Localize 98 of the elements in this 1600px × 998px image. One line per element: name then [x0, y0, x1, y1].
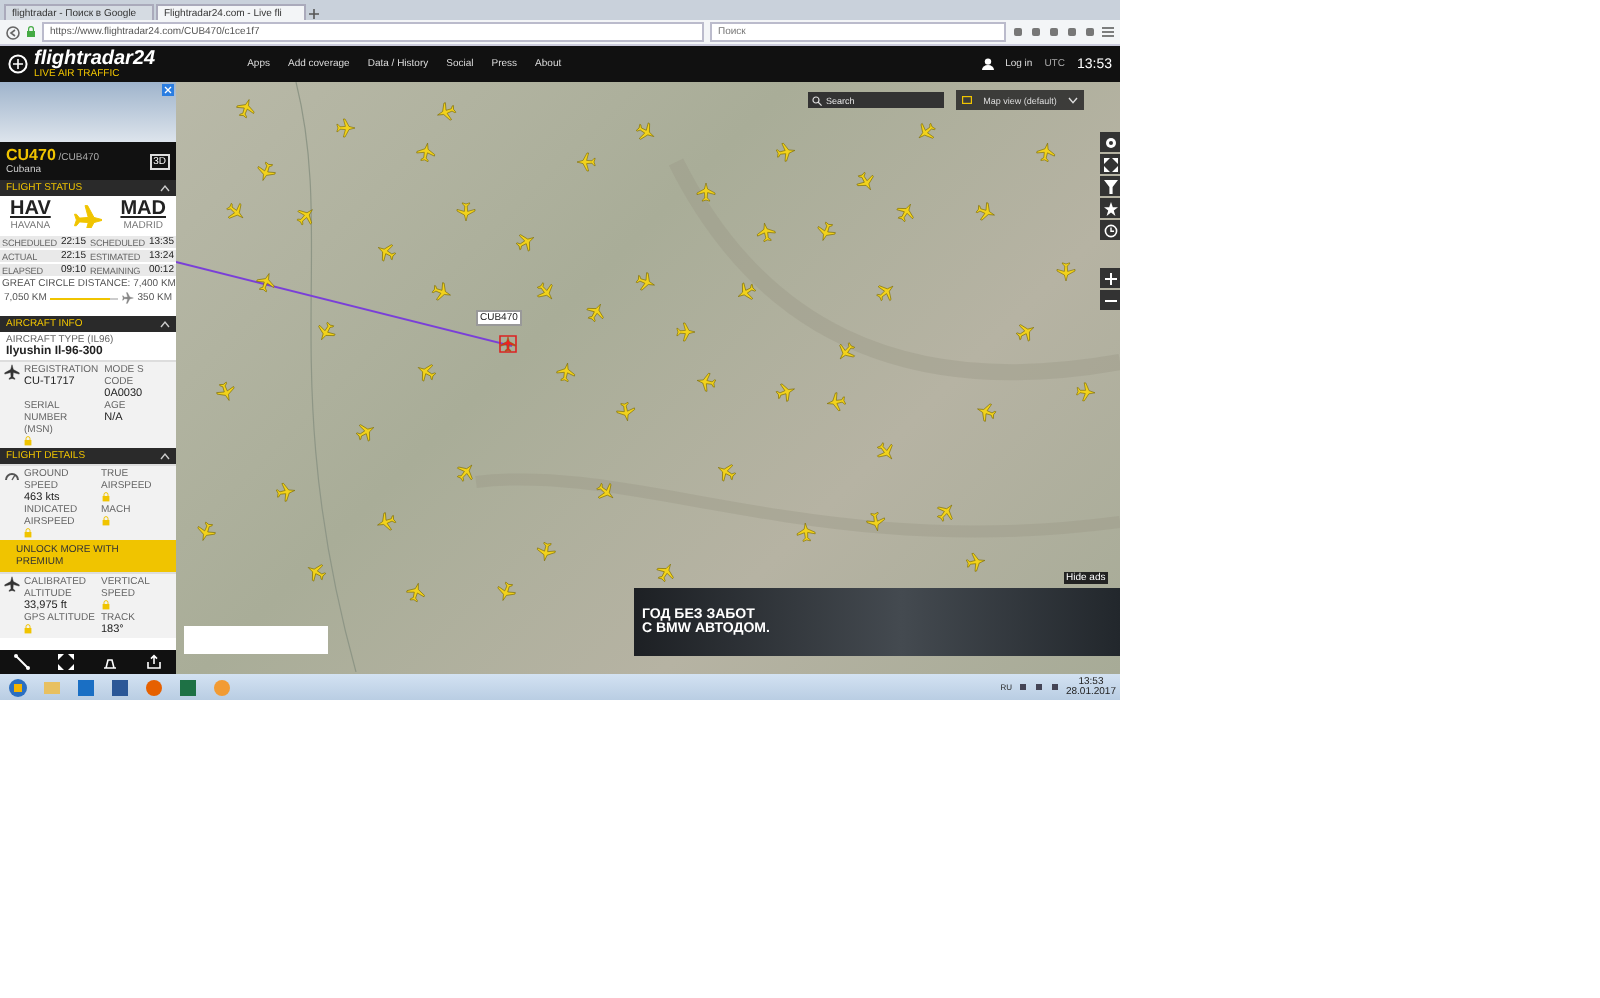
- plane-icon[interactable]: [377, 244, 397, 262]
- plane-icon[interactable]: [616, 402, 635, 422]
- plane-icon[interactable]: [497, 581, 516, 601]
- plane-icon[interactable]: [737, 282, 757, 300]
- plane-icon[interactable]: [596, 483, 614, 499]
- plane-icon[interactable]: [937, 504, 953, 522]
- user-icon[interactable]: [981, 58, 994, 70]
- plane-icon[interactable]: [676, 322, 696, 342]
- plane-icon[interactable]: [226, 203, 244, 219]
- plane-icon[interactable]: [826, 392, 846, 411]
- plane-icon[interactable]: [197, 521, 216, 541]
- plane-icon[interactable]: [296, 209, 313, 226]
- plane-icon[interactable]: [635, 272, 655, 291]
- plane-icon: [4, 364, 20, 380]
- plane-icon[interactable]: [977, 403, 997, 422]
- zoom-out-button[interactable]: [1100, 290, 1120, 310]
- plane-icon[interactable]: [975, 202, 995, 221]
- plane-icon[interactable]: [696, 373, 716, 392]
- new-tab-icon[interactable]: [308, 8, 320, 20]
- airport-code: HAV: [10, 200, 51, 220]
- zoom-in-icon: [1103, 271, 1117, 285]
- cookie-notice: [184, 626, 328, 654]
- flight-number: CU470: [6, 146, 56, 164]
- plane-icon[interactable]: [696, 182, 716, 202]
- start-icon[interactable]: [4, 677, 32, 697]
- plane-icon[interactable]: [537, 542, 556, 562]
- plane-icon[interactable]: [456, 202, 476, 222]
- plane-icon[interactable]: [776, 143, 796, 162]
- expand-button[interactable]: [1100, 154, 1120, 174]
- gauge-icon: [4, 468, 20, 484]
- close-icon[interactable]: [162, 84, 174, 96]
- plane-icon[interactable]: [866, 512, 885, 532]
- star-button[interactable]: [1100, 198, 1120, 218]
- plane-icon[interactable]: [1015, 324, 1035, 342]
- plane-icon[interactable]: [1036, 142, 1055, 162]
- expand-icon: [1103, 157, 1117, 171]
- plane-icon[interactable]: [537, 282, 553, 300]
- plane-icon[interactable]: [307, 564, 327, 582]
- chevron-up-icon: [160, 184, 170, 192]
- plane-icon[interactable]: [717, 464, 737, 482]
- plane-icon: [121, 292, 134, 304]
- plane-icon[interactable]: [377, 512, 397, 531]
- plane-icon[interactable]: [877, 442, 893, 460]
- plane-icon[interactable]: [918, 123, 936, 139]
- plane-icon[interactable]: [876, 285, 894, 301]
- plane-icon[interactable]: [236, 99, 255, 119]
- lock-icon: [26, 26, 36, 38]
- settings-icon: [1103, 135, 1117, 149]
- plane-icon[interactable]: [431, 282, 451, 301]
- menu-icon[interactable]: [1102, 26, 1114, 38]
- plane-icon[interactable]: [586, 303, 604, 323]
- share-icon[interactable]: [146, 654, 162, 670]
- filter-icon: [1103, 179, 1117, 193]
- history-button[interactable]: [1100, 220, 1120, 240]
- plane-icon[interactable]: [417, 364, 437, 382]
- logo-icon[interactable]: [8, 54, 28, 74]
- chevron-up-icon: [160, 452, 170, 460]
- plane-icon[interactable]: [318, 321, 336, 341]
- plane-icon[interactable]: [457, 464, 473, 482]
- plane-icon[interactable]: [257, 161, 276, 181]
- plane-icon[interactable]: [576, 152, 596, 172]
- history-icon: [1103, 223, 1117, 237]
- plane-icon[interactable]: [775, 383, 795, 402]
- plane-icon[interactable]: [556, 362, 575, 382]
- site-logo[interactable]: flightradar24: [34, 49, 156, 67]
- plane-icon[interactable]: [839, 342, 855, 360]
- map-icon: [962, 96, 972, 104]
- plane-icon[interactable]: [757, 222, 776, 242]
- plane-icon[interactable]: [355, 424, 375, 442]
- plane-icon[interactable]: [276, 483, 296, 502]
- plane-icon[interactable]: [1056, 262, 1076, 282]
- plane-icon: [4, 576, 20, 592]
- plane-icon[interactable]: [336, 118, 356, 138]
- zoom-in-button[interactable]: [1100, 268, 1120, 288]
- plane-icon[interactable]: [216, 381, 235, 401]
- back-icon[interactable]: [6, 25, 20, 39]
- plane-icon[interactable]: [966, 553, 986, 572]
- plane-icon[interactable]: [515, 234, 535, 252]
- plane-icon: [69, 204, 102, 228]
- chevron-up-icon: [160, 320, 170, 328]
- plane-icon[interactable]: [256, 273, 275, 293]
- plane-icon[interactable]: [406, 583, 425, 603]
- plane-icon[interactable]: [896, 203, 914, 223]
- plane-icon[interactable]: [796, 522, 816, 542]
- settings-button[interactable]: [1100, 132, 1120, 152]
- plane-icon[interactable]: [437, 102, 457, 121]
- plane-icon[interactable]: [416, 142, 435, 162]
- plane-icon[interactable]: [499, 335, 517, 353]
- plane-icon[interactable]: [656, 563, 674, 583]
- airport-code: MAD: [120, 200, 166, 220]
- plane-icon[interactable]: [817, 221, 836, 241]
- fullscreen-icon[interactable]: [58, 654, 74, 670]
- route-icon[interactable]: [14, 654, 30, 670]
- plane-icon[interactable]: [856, 171, 874, 191]
- plane-icon[interactable]: [635, 122, 655, 140]
- plane-icon[interactable]: [1076, 382, 1096, 402]
- filter-button[interactable]: [1100, 176, 1120, 196]
- chevron-down-icon: [1068, 96, 1078, 104]
